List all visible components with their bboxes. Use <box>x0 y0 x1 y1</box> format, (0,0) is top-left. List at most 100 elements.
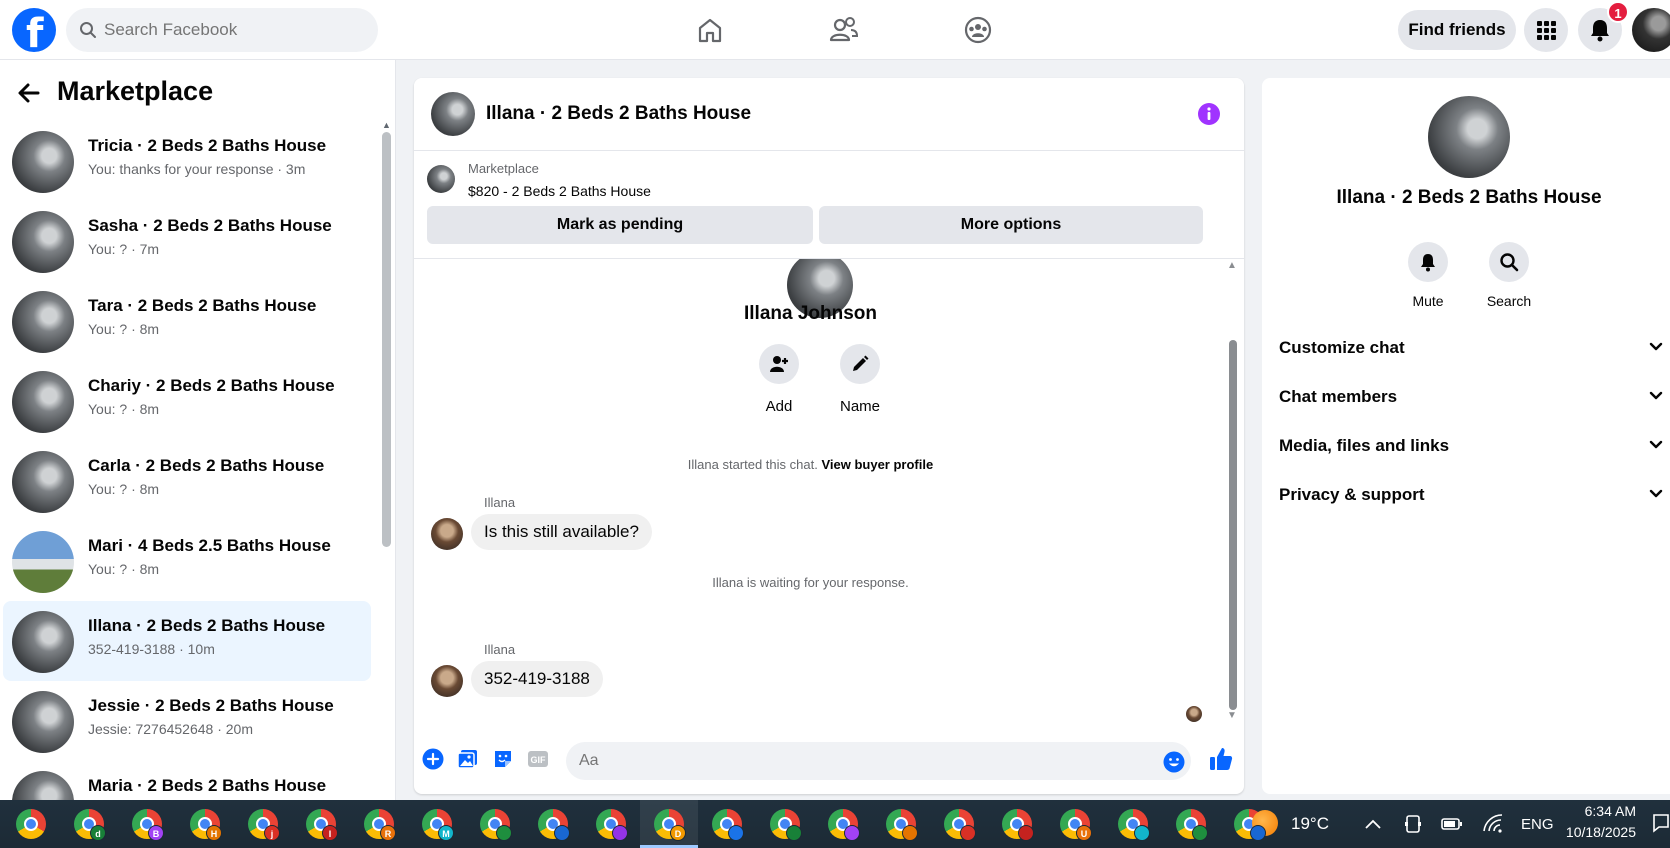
customize-chat-section[interactable]: Customize chat <box>1279 334 1669 364</box>
taskbar-browser-icon[interactable] <box>16 809 46 839</box>
conversation-item[interactable]: Mari · 4 Beds 2.5 Baths House You: ? · 8… <box>3 521 371 601</box>
taskbar-browser-icon[interactable]: d <box>74 809 106 841</box>
conversation-item[interactable]: Maria · 2 Beds 2 Baths House <box>3 761 371 800</box>
message-bubble[interactable]: Is this still available? <box>471 514 652 550</box>
chevron-down-icon <box>1649 489 1663 498</box>
privacy-support-section[interactable]: Privacy & support <box>1279 481 1669 511</box>
chat-title[interactable]: Illana · 2 Beds 2 Baths House <box>486 103 751 125</box>
taskbar-browser-icon[interactable]: U <box>1060 809 1092 841</box>
device-icon[interactable] <box>1404 814 1422 834</box>
listing-thumbnail[interactable] <box>427 165 455 193</box>
taskbar-browser-icon[interactable] <box>886 809 918 841</box>
menu-button[interactable] <box>1524 8 1568 52</box>
wifi-icon[interactable] <box>1482 813 1504 833</box>
taskbar-browser-icon[interactable] <box>828 809 860 841</box>
conversation-name: Sasha · 2 Beds 2 Baths House <box>88 216 332 235</box>
conversation-item[interactable]: Jessie · 2 Beds 2 Baths House Jessie: 72… <box>3 681 371 761</box>
mark-as-pending-button[interactable]: Mark as pending <box>427 206 813 244</box>
message-input[interactable] <box>579 742 1139 780</box>
groups-icon[interactable] <box>960 12 996 48</box>
taskbar-browser-icon[interactable] <box>944 809 976 841</box>
media-files-links-section[interactable]: Media, files and links <box>1279 432 1669 462</box>
profile-badge <box>844 825 860 841</box>
taskbar-browser-icon[interactable]: B <box>132 809 164 841</box>
photo-icon[interactable] <box>457 748 479 770</box>
add-label: Add <box>765 398 793 415</box>
conversation-preview: You: ? · 8m <box>88 321 160 337</box>
chat-details-thumbnail <box>1428 96 1510 178</box>
taskbar-browser-icon[interactable]: H <box>190 809 222 841</box>
scroll-down-arrow-icon[interactable]: ▼ <box>1227 710 1237 721</box>
weather-temperature[interactable]: 19°C <box>1291 814 1329 834</box>
facebook-logo[interactable]: f <box>12 8 56 57</box>
conversation-item[interactable]: Carla · 2 Beds 2 Baths House You: ? · 8m <box>3 441 371 521</box>
taskbar-browser-icon[interactable] <box>1176 809 1208 841</box>
mute-button[interactable]: Mute <box>1398 242 1458 309</box>
account-avatar[interactable] <box>1632 8 1670 52</box>
listing-thumbnail <box>12 531 74 593</box>
chat-thumbnail[interactable] <box>431 92 475 136</box>
listing-price[interactable]: $820 - 2 Beds 2 Baths House <box>468 183 651 199</box>
taskbar-browser-icon[interactable] <box>538 809 570 841</box>
taskbar-browser-icon[interactable] <box>1002 809 1034 841</box>
info-icon[interactable] <box>1197 102 1221 126</box>
taskbar-browser-icon[interactable] <box>770 809 802 841</box>
chat-members-section[interactable]: Chat members <box>1279 383 1669 413</box>
conversation-item[interactable]: Chariy · 2 Beds 2 Baths House You: ? · 8… <box>3 361 371 441</box>
more-options-button[interactable]: More options <box>819 206 1203 244</box>
clock-time[interactable]: 6:34 AM <box>1556 803 1636 819</box>
view-buyer-profile-link[interactable]: View buyer profile <box>821 457 933 472</box>
name-label: Name <box>839 398 880 415</box>
profile-badge <box>1134 825 1150 841</box>
add-person-icon <box>770 356 788 372</box>
notification-center-icon[interactable] <box>1652 813 1670 833</box>
emoji-icon[interactable] <box>1163 751 1185 773</box>
clock-date[interactable]: 10/18/2025 <box>1556 824 1636 840</box>
listing-thumbnail <box>12 211 74 273</box>
search-input[interactable] <box>104 8 364 52</box>
notification-badge: 1 <box>1607 1 1629 23</box>
scroll-up-arrow-icon[interactable]: ▲ <box>1227 260 1237 271</box>
thumbs-up-icon[interactable] <box>1208 746 1234 772</box>
taskbar-browser-icon[interactable]: M <box>422 809 454 841</box>
gif-icon[interactable]: GIF <box>527 748 549 770</box>
chevron-up-icon[interactable] <box>1364 818 1382 830</box>
chevron-down-icon <box>1649 391 1663 400</box>
friends-icon[interactable] <box>826 12 862 48</box>
plus-circle-icon[interactable] <box>422 748 444 770</box>
taskbar-browser-icon[interactable] <box>712 809 744 841</box>
conversation-name: Mari · 4 Beds 2.5 Baths House <box>88 536 331 555</box>
back-arrow-icon[interactable] <box>16 80 42 106</box>
conversation-item[interactable]: Tricia · 2 Beds 2 Baths House You: thank… <box>3 121 371 201</box>
edit-name-button[interactable]: Name <box>830 344 890 415</box>
sticker-icon[interactable] <box>492 748 514 770</box>
find-friends-button[interactable]: Find friends <box>1398 10 1516 50</box>
message-composer[interactable] <box>566 742 1191 780</box>
taskbar-browser-icon[interactable] <box>480 809 512 841</box>
conversation-preview: You: ? · 8m <box>88 481 160 497</box>
taskbar-browser-icon[interactable] <box>596 809 628 841</box>
conversation-list-scrollbar[interactable] <box>382 132 391 547</box>
message-bubble[interactable]: 352-419-3188 <box>471 661 603 697</box>
taskbar-browser-icon[interactable]: I <box>306 809 338 841</box>
taskbar-browser-icon[interactable] <box>1118 809 1150 841</box>
conversation-item[interactable]: Tara · 2 Beds 2 Baths House You: ? · 8m <box>3 281 371 361</box>
sender-avatar[interactable] <box>431 518 463 550</box>
add-person-button[interactable]: Add <box>749 344 809 415</box>
taskbar-browser-icon[interactable]: D <box>654 809 686 841</box>
taskbar-browser-icon[interactable]: R <box>364 809 396 841</box>
profile-badge: D <box>670 825 686 841</box>
profile-badge <box>902 825 918 841</box>
chat-scrollbar[interactable] <box>1229 340 1237 710</box>
home-icon[interactable] <box>692 12 728 48</box>
search-in-chat-button[interactable]: Search <box>1479 242 1539 309</box>
battery-icon[interactable] <box>1441 816 1463 832</box>
conversation-item[interactable]: Sasha · 2 Beds 2 Baths House You: ? · 7m <box>3 201 371 281</box>
input-language[interactable]: ENG <box>1521 816 1554 833</box>
conversation-item-selected[interactable]: Illana · 2 Beds 2 Baths House 352-419-31… <box>3 601 371 681</box>
scroll-up-arrow-icon[interactable]: ▲ <box>382 120 391 130</box>
taskbar-browser-icon[interactable]: j <box>248 809 280 841</box>
search-box[interactable] <box>66 8 378 52</box>
sender-avatar[interactable] <box>431 665 463 697</box>
chat-details-panel: Illana · 2 Beds 2 Baths House Mute Searc… <box>1262 78 1670 794</box>
